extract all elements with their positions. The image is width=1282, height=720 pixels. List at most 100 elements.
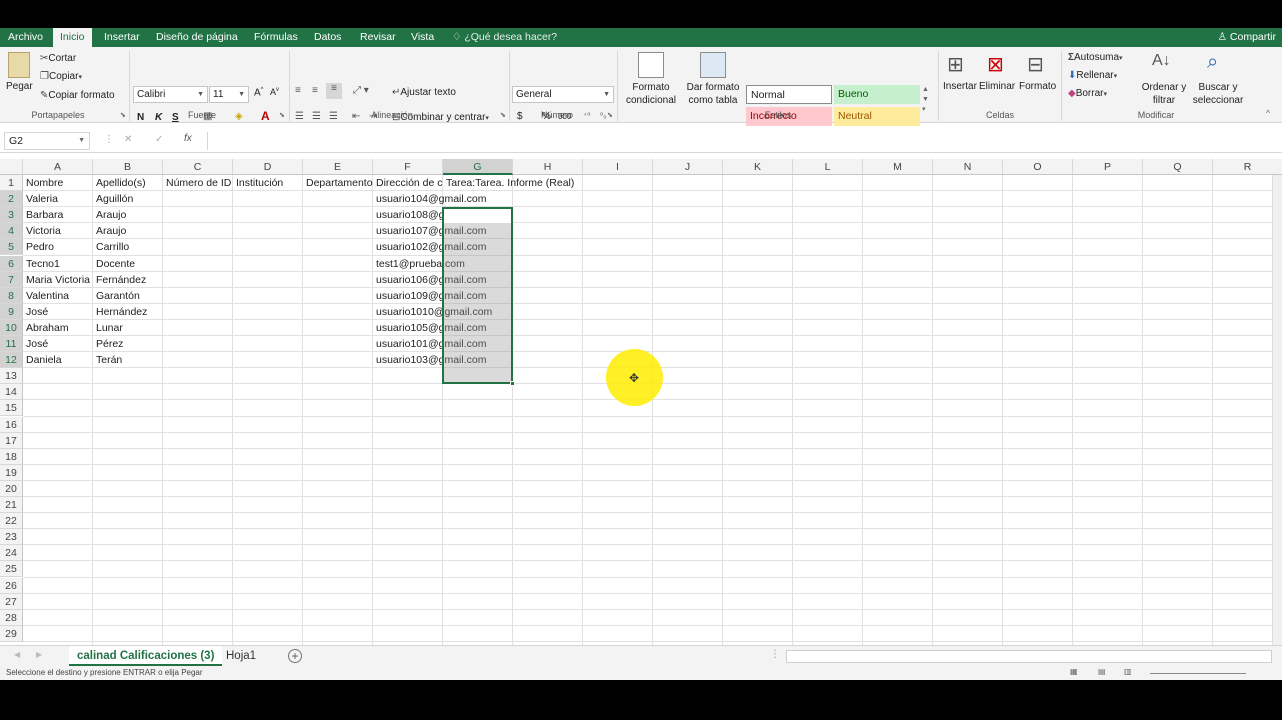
wrap-text-button[interactable]: ↵ Ajustar texto [392, 87, 456, 98]
tab-datos[interactable]: Datos [307, 28, 348, 47]
row-header[interactable]: 27 [0, 593, 23, 610]
dialog-launcher-icon[interactable]: ⬊ [500, 111, 506, 119]
cell[interactable]: Pérez [94, 336, 123, 352]
format-cells-button[interactable]: Formato [1019, 81, 1056, 92]
cell[interactable]: Carrillo [94, 239, 129, 255]
cell[interactable]: Daniela [24, 352, 62, 368]
cell[interactable]: usuario104@gmail.com [374, 191, 486, 207]
row-header[interactable]: 22 [0, 513, 23, 530]
dialog-launcher-icon[interactable]: ⬊ [607, 111, 613, 119]
cell[interactable]: Tecno1 [24, 256, 60, 272]
decrease-font-icon[interactable]: Av [270, 87, 279, 97]
format-painter-button[interactable]: ✎ Copiar formato [40, 90, 115, 101]
dialog-launcher-icon[interactable]: ⬊ [120, 111, 126, 119]
select-all-corner[interactable] [0, 159, 23, 175]
collapse-ribbon-icon[interactable]: ^ [1266, 109, 1270, 118]
row-header[interactable]: 12 [0, 352, 23, 369]
row-header[interactable]: 18 [0, 448, 23, 465]
font-size-select[interactable]: 11 ▼ [209, 86, 249, 103]
column-header[interactable]: K [723, 159, 793, 175]
row-header[interactable]: 13 [0, 368, 23, 385]
row-header[interactable]: 8 [0, 287, 23, 304]
formula-input[interactable] [207, 132, 1278, 150]
row-header[interactable]: 4 [0, 223, 23, 240]
column-header[interactable]: P [1073, 159, 1143, 175]
copy-button[interactable]: ❐ Copiar ▾ [40, 71, 82, 82]
row-header[interactable]: 5 [0, 239, 23, 256]
italic-button[interactable]: K [155, 112, 162, 123]
align-left-icon[interactable]: ☰ [295, 111, 304, 122]
cell[interactable]: Apellido(s) [94, 175, 146, 191]
cell[interactable]: Lunar [94, 320, 123, 336]
column-header[interactable]: R [1213, 159, 1282, 175]
align-top-icon[interactable]: ≡ [295, 85, 301, 96]
dialog-launcher-icon[interactable]: ⬊ [279, 111, 285, 119]
cell[interactable]: Aguillón [94, 191, 133, 207]
vertical-scrollbar[interactable] [1272, 175, 1282, 645]
conditional-format-button[interactable]: Formato condicional [620, 81, 682, 107]
column-header[interactable]: O [1003, 159, 1073, 175]
cell[interactable]: Docente [94, 256, 135, 272]
row-header[interactable]: 2 [0, 191, 23, 208]
underline-button[interactable]: S [172, 112, 179, 123]
column-header[interactable]: M [863, 159, 933, 175]
tab-archivo[interactable]: Archivo [1, 28, 50, 47]
cell[interactable]: Victoria [24, 223, 61, 239]
number-format-select[interactable]: General ▼ [512, 86, 614, 103]
splitter-icon[interactable]: ⋮ [770, 649, 780, 660]
insert-function-button[interactable]: fx [184, 133, 192, 144]
tab-inicio[interactable]: Inicio [53, 28, 92, 47]
page-layout-icon[interactable]: ▤ [1098, 667, 1106, 676]
style-bueno[interactable]: Bueno [834, 85, 920, 104]
column-header[interactable]: H [513, 159, 583, 175]
cell[interactable]: Valentina [24, 288, 69, 304]
cell[interactable]: Fernández [94, 272, 146, 288]
prev-sheet-icon[interactable]: ◀ [14, 650, 20, 659]
normal-view-icon[interactable]: ▦ [1070, 667, 1078, 676]
cell[interactable]: Abraham [24, 320, 69, 336]
row-header[interactable]: 24 [0, 545, 23, 562]
decrease-indent-icon[interactable]: ⇤ [352, 111, 360, 122]
cell[interactable]: Dirección de c [374, 175, 443, 191]
column-header[interactable]: F [373, 159, 443, 175]
cell[interactable]: Maria Victoria [24, 272, 90, 288]
row-header[interactable]: 21 [0, 497, 23, 514]
row-header[interactable]: 29 [0, 625, 23, 642]
orientation-icon[interactable]: ⤢ ▾ [353, 85, 369, 96]
clear-button[interactable]: ◆ Borrar ▾ [1068, 88, 1107, 99]
align-bottom-icon[interactable]: ≡ [326, 83, 342, 99]
row-header[interactable]: 28 [0, 609, 23, 626]
row-header[interactable]: 14 [0, 384, 23, 401]
row-header[interactable]: 16 [0, 416, 23, 433]
row-header[interactable]: 10 [0, 319, 23, 336]
tab-revisar[interactable]: Revisar [353, 28, 403, 47]
horizontal-scrollbar[interactable] [786, 650, 1272, 663]
cell[interactable]: Departamento [304, 175, 373, 191]
align-center-icon[interactable]: ☰ [312, 111, 321, 122]
tab-insertar[interactable]: Insertar [97, 28, 147, 47]
sheet-tab-hoja1[interactable]: Hoja1 [218, 646, 264, 666]
cell[interactable]: Hernández [94, 304, 147, 320]
share-button[interactable]: ♙ Compartir [1218, 28, 1276, 47]
sort-filter-button[interactable]: Ordenar y filtrar [1140, 81, 1188, 107]
row-header[interactable]: 25 [0, 561, 23, 578]
next-sheet-icon[interactable]: ▶ [36, 650, 42, 659]
cell[interactable]: José [24, 336, 48, 352]
column-header[interactable]: E [303, 159, 373, 175]
row-header[interactable]: 15 [0, 400, 23, 417]
cell[interactable]: Araujo [94, 207, 126, 223]
autosum-button[interactable]: Σ Autosuma ▾ [1068, 52, 1123, 63]
cell[interactable]: José [24, 304, 48, 320]
tab-diseno-pagina[interactable]: Diseño de página [149, 28, 245, 47]
cell[interactable]: Terán [94, 352, 122, 368]
zoom-slider[interactable] [1150, 673, 1246, 674]
row-header[interactable]: 9 [0, 303, 23, 320]
column-header[interactable]: G [443, 159, 513, 175]
cancel-icon[interactable]: ✕ [124, 134, 132, 145]
cell[interactable]: Garantón [94, 288, 140, 304]
increase-decimal-icon[interactable]: ⁺⁰ [583, 111, 590, 120]
column-header[interactable]: I [583, 159, 653, 175]
page-break-icon[interactable]: ▥ [1124, 667, 1132, 676]
column-header[interactable]: L [793, 159, 863, 175]
sheet-tab-calificaciones[interactable]: calinad Calificaciones (3) [69, 646, 223, 666]
